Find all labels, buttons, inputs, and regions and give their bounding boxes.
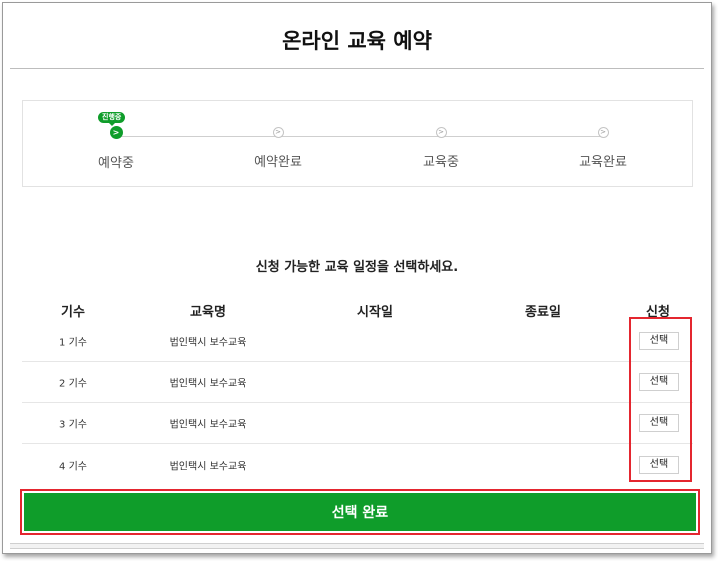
step-label-reserving: 예약중 <box>98 156 134 171</box>
title-divider <box>10 68 704 69</box>
steps-connector-line <box>116 136 603 137</box>
step-arrow-icon: > <box>272 127 284 138</box>
step-active-arrow-icon: > <box>109 126 123 139</box>
step-arrow-icon: > <box>435 127 447 138</box>
apply-column-highlight <box>629 317 692 482</box>
step-label-reserved: 예약완료 <box>254 155 302 170</box>
step-arrow-icon: > <box>597 127 609 138</box>
table-row: 1 기수 법인택시 보수교육 선택 <box>22 321 693 362</box>
instruction-text: 신청 가능한 교육 일정을 선택하세요. <box>255 260 459 275</box>
column-header-course: 교육명 <box>190 305 226 320</box>
column-header-start-date: 시작일 <box>357 305 393 320</box>
progress-steps: 진행중 > 예약중 > 예약완료 > 교육중 > 교육완료 <box>22 100 693 187</box>
column-header-session: 기수 <box>61 305 85 320</box>
session-cell: 1 기수 <box>59 337 87 349</box>
step-reserved: > 예약완료 <box>218 127 338 170</box>
session-cell: 3 기수 <box>59 419 87 431</box>
course-cell: 법인택시 보수교육 <box>169 378 247 390</box>
column-header-end-date: 종료일 <box>525 305 561 320</box>
session-cell: 2 기수 <box>59 378 87 390</box>
course-cell: 법인택시 보수교육 <box>169 419 247 431</box>
in-progress-badge: 진행중 <box>98 112 126 126</box>
step-label-in-training: 교육중 <box>423 155 459 170</box>
table-row: 4 기수 법인택시 보수교육 선택 <box>22 444 693 485</box>
page-title: 온라인 교육 예약 <box>282 29 432 53</box>
horizontal-scrollbar[interactable] <box>10 543 704 549</box>
table-row: 3 기수 법인택시 보수교육 선택 <box>22 403 693 444</box>
course-cell: 법인택시 보수교육 <box>169 337 247 349</box>
course-cell: 법인택시 보수교육 <box>169 461 247 472</box>
window-frame: 온라인 교육 예약 진행중 > 예약중 > 예약완료 > 교육중 > 교육완료 … <box>2 2 712 554</box>
complete-button-highlight: 선택 완료 <box>20 489 700 535</box>
step-reserving: > 예약중 <box>56 126 176 171</box>
step-label-training-complete: 교육완료 <box>579 155 627 170</box>
table-row: 2 기수 법인택시 보수교육 선택 <box>22 362 693 403</box>
complete-selection-button[interactable]: 선택 완료 <box>24 493 696 531</box>
step-in-training: > 교육중 <box>381 127 501 170</box>
step-training-complete: > 교육완료 <box>543 127 663 170</box>
session-cell: 4 기수 <box>59 461 87 472</box>
